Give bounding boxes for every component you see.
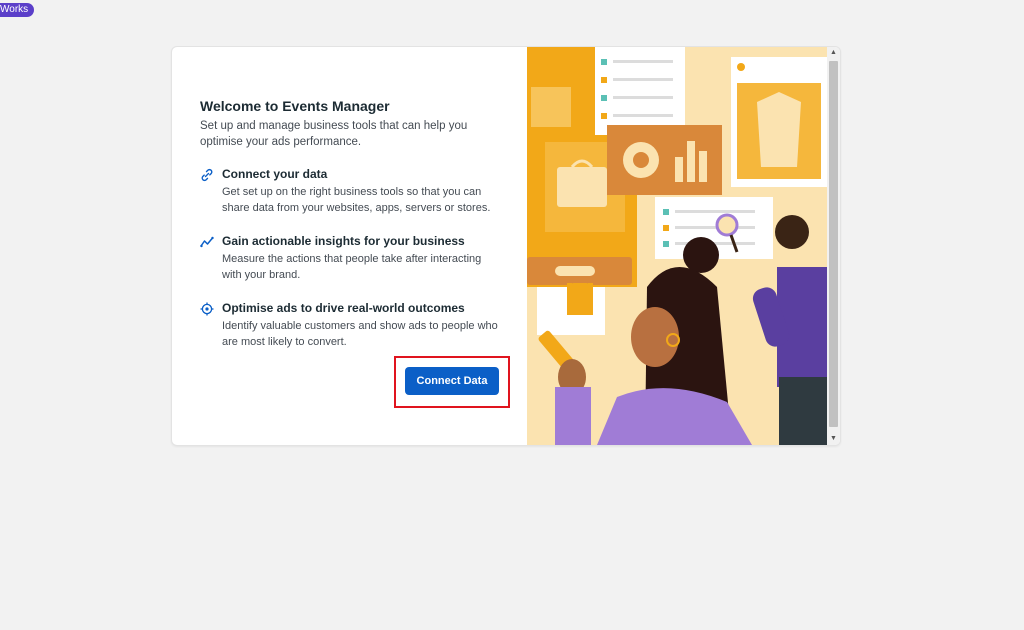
connect-data-button[interactable]: Connect Data <box>405 367 499 395</box>
dialog-subtitle: Set up and manage business tools that ca… <box>200 120 468 148</box>
corner-badge: Works <box>0 3 35 17</box>
feature-description: Measure the actions that people take aft… <box>222 253 482 281</box>
trend-line-icon <box>200 236 214 248</box>
feature-heading: Connect your data <box>222 167 328 181</box>
hero-illustration <box>527 47 827 445</box>
link-icon <box>201 168 213 182</box>
dialog-scrollbar[interactable]: ▲ ▼ <box>827 47 840 445</box>
scroll-down-icon[interactable]: ▼ <box>827 433 840 445</box>
target-icon <box>200 302 214 316</box>
feature-heading: Optimise ads to drive real-world outcome… <box>222 301 465 315</box>
events-manager-welcome-dialog: Welcome to Events Manager Set up and man… <box>171 46 841 446</box>
people-analytics-illustration <box>527 47 827 445</box>
dialog-title: Welcome to Events Manager <box>200 98 390 114</box>
dialog-content: Welcome to Events Manager Set up and man… <box>172 47 528 445</box>
feature-description: Get set up on the right business tools s… <box>222 186 491 214</box>
scroll-up-icon[interactable]: ▲ <box>827 47 840 59</box>
feature-description: Identify valuable customers and show ads… <box>222 320 498 348</box>
feature-heading: Gain actionable insights for your busine… <box>222 234 465 248</box>
scrollbar-thumb[interactable] <box>829 61 838 427</box>
